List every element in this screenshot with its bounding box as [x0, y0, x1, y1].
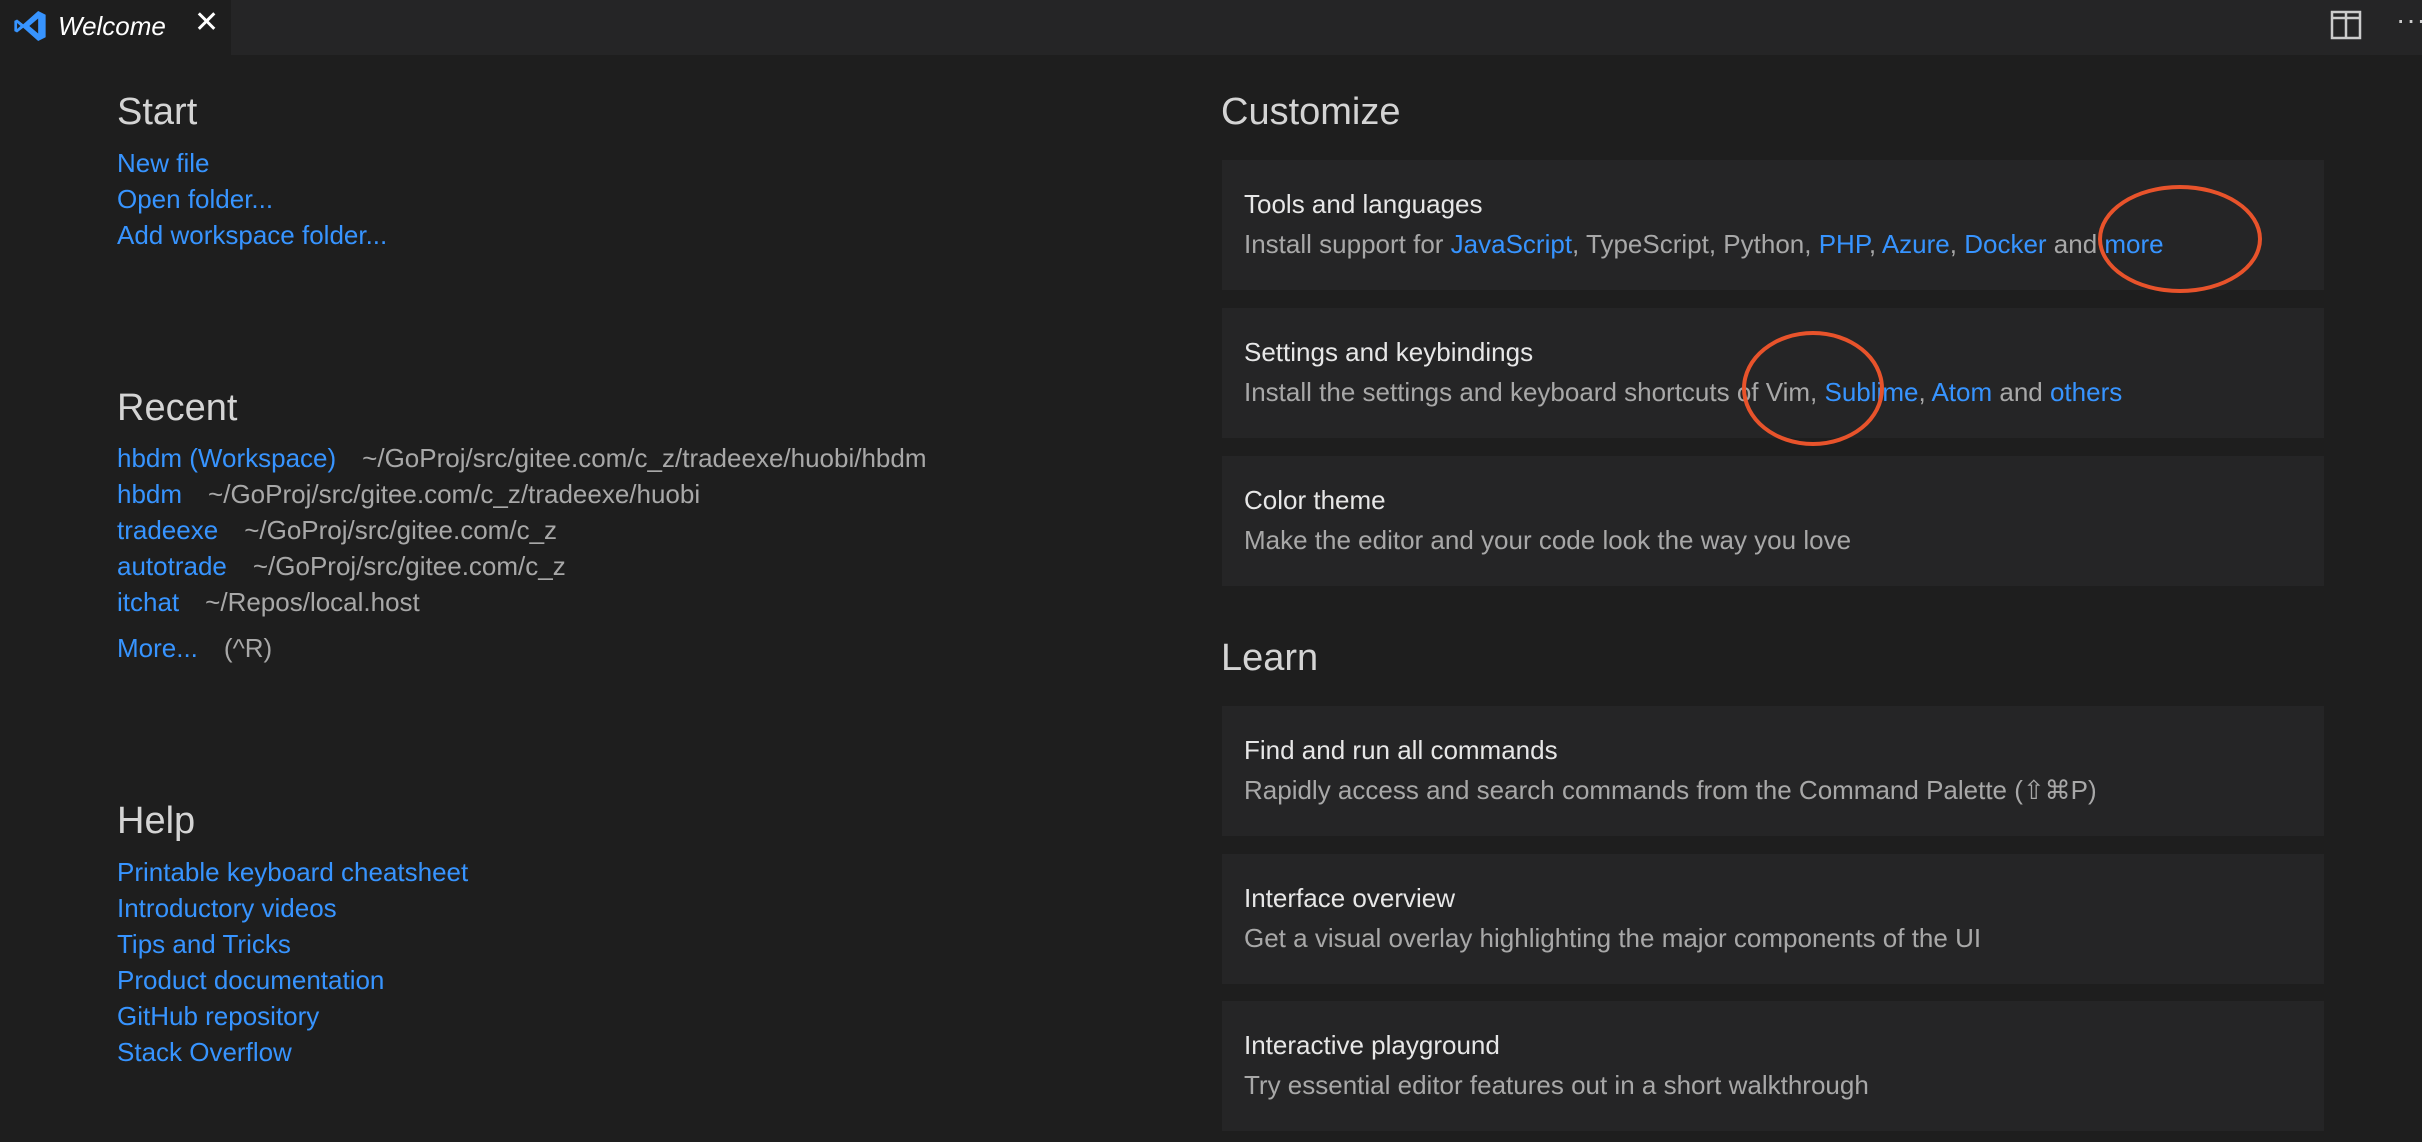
card-description: Install the settings and keyboard shortc… — [1244, 376, 2122, 408]
vscode-logo-icon — [14, 11, 46, 41]
annotation-circle-vim — [1742, 331, 1884, 446]
card-description: Try essential editor features out in a s… — [1244, 1070, 1869, 1100]
card-title: Interactive playground — [1244, 1030, 1500, 1060]
card-text: Install support for — [1244, 229, 1451, 259]
recent-item-link[interactable]: itchat — [117, 587, 179, 617]
recent-item-path: ~/Repos/local.host — [205, 587, 420, 617]
card-description: Make the editor and your code look the w… — [1244, 525, 1852, 555]
close-icon[interactable]: ✕ — [194, 6, 219, 40]
add-workspace-folder-link[interactable]: Add workspace folder... — [117, 220, 387, 250]
card-text: , TypeScript, Python, — [1572, 229, 1819, 259]
card-title: Color theme — [1244, 485, 1386, 515]
learn-heading: Learn — [1221, 637, 1319, 679]
card-text: and — [1992, 377, 2050, 407]
find-commands-card[interactable]: Find and run all commands Rapidly access… — [1222, 706, 2324, 836]
recent-more-shortcut: (^R) — [223, 633, 273, 663]
recent-more-row: More... (^R) — [117, 630, 272, 666]
list-item: tradeexe ~/GoProj/src/gitee.com/c_z — [117, 512, 927, 548]
github-repository-link[interactable]: GitHub repository — [117, 1001, 319, 1031]
annotation-circle-more — [2098, 185, 2262, 293]
list-item: hbdm (Workspace) ~/GoProj/src/gitee.com/c… — [117, 440, 927, 476]
recent-item-link[interactable]: tradeexe — [117, 515, 218, 545]
recent-item-path: ~/GoProj/src/gitee.com/c_z/tradeexe/huob… — [362, 443, 927, 473]
editor-tab-bar: Welcome ✕ ··· — [0, 0, 2422, 55]
more-actions-icon[interactable]: ··· — [2396, 4, 2422, 36]
recent-item-link[interactable]: autotrade — [117, 551, 227, 581]
list-item: hbdm ~/GoProj/src/gitee.com/c_z/tradeexe/… — [117, 476, 927, 512]
list-item: autotrade ~/GoProj/src/gitee.com/c_z — [117, 548, 927, 584]
split-editor-icon[interactable] — [2330, 10, 2362, 40]
recent-item-path: ~/GoProj/src/gitee.com/c_z/tradeexe/huob… — [208, 479, 701, 509]
recent-item-path: ~/GoProj/src/gitee.com/c_z — [252, 551, 566, 581]
azure-link[interactable]: Azure — [1882, 229, 1950, 259]
card-description: Rapidly access and search commands from … — [1244, 775, 2097, 805]
card-text: , — [1949, 229, 1965, 259]
card-title: Settings and keybindings — [1244, 337, 1534, 367]
color-theme-card[interactable]: Color theme Make the editor and your cod… — [1222, 456, 2324, 586]
product-documentation-link[interactable]: Product documentation — [117, 965, 384, 995]
others-link[interactable]: others — [2050, 377, 2122, 407]
card-description: Install support for JavaScript, TypeScri… — [1244, 228, 2164, 260]
recent-item-path: ~/GoProj/src/gitee.com/c_z — [244, 515, 558, 545]
new-file-link[interactable]: New file — [117, 148, 209, 178]
help-heading: Help — [117, 800, 196, 842]
start-heading: Start — [117, 91, 198, 133]
card-description: Get a visual overlay highlighting the ma… — [1244, 923, 1982, 953]
tab-label: Welcome — [58, 11, 166, 41]
introductory-videos-link[interactable]: Introductory videos — [117, 893, 337, 923]
recent-more-link[interactable]: More... — [117, 633, 198, 663]
recent-item-link[interactable]: hbdm (Workspace) — [117, 443, 336, 473]
recent-item-link[interactable]: hbdm — [117, 479, 182, 509]
card-text: Install the settings and keyboard shortc… — [1244, 377, 1825, 407]
interactive-playground-card[interactable]: Interactive playground Try essential edi… — [1222, 1001, 2324, 1131]
javascript-link[interactable]: JavaScript — [1451, 229, 1572, 259]
card-title: Interface overview — [1244, 883, 1455, 913]
list-item: itchat ~/Repos/local.host — [117, 584, 927, 620]
card-text: and — [2046, 229, 2105, 259]
tab-welcome[interactable]: Welcome ✕ — [0, 0, 231, 55]
keyboard-cheatsheet-link[interactable]: Printable keyboard cheatsheet — [117, 857, 468, 887]
open-folder-link[interactable]: Open folder... — [117, 184, 273, 214]
recent-heading: Recent — [117, 387, 238, 429]
customize-heading: Customize — [1221, 91, 1401, 133]
docker-link[interactable]: Docker — [1964, 229, 2046, 259]
php-link[interactable]: PHP — [1819, 229, 1869, 259]
card-text: , — [1868, 229, 1882, 259]
card-title: Tools and languages — [1244, 189, 1483, 219]
help-links: Printable keyboard cheatsheet Introducto… — [117, 854, 468, 1070]
interface-overview-card[interactable]: Interface overview Get a visual overlay … — [1222, 854, 2324, 984]
recent-list: hbdm (Workspace) ~/GoProj/src/gitee.com/c… — [117, 440, 927, 620]
tips-and-tricks-link[interactable]: Tips and Tricks — [117, 929, 291, 959]
card-title: Find and run all commands — [1244, 735, 1558, 765]
start-links: New file Open folder... Add workspace fo… — [117, 145, 387, 253]
atom-link[interactable]: Atom — [1931, 377, 1992, 407]
stack-overflow-link[interactable]: Stack Overflow — [117, 1037, 292, 1067]
card-text: , — [1918, 377, 1932, 407]
welcome-page: Welcome ✕ ··· Start New file Open folder… — [0, 0, 2422, 1142]
